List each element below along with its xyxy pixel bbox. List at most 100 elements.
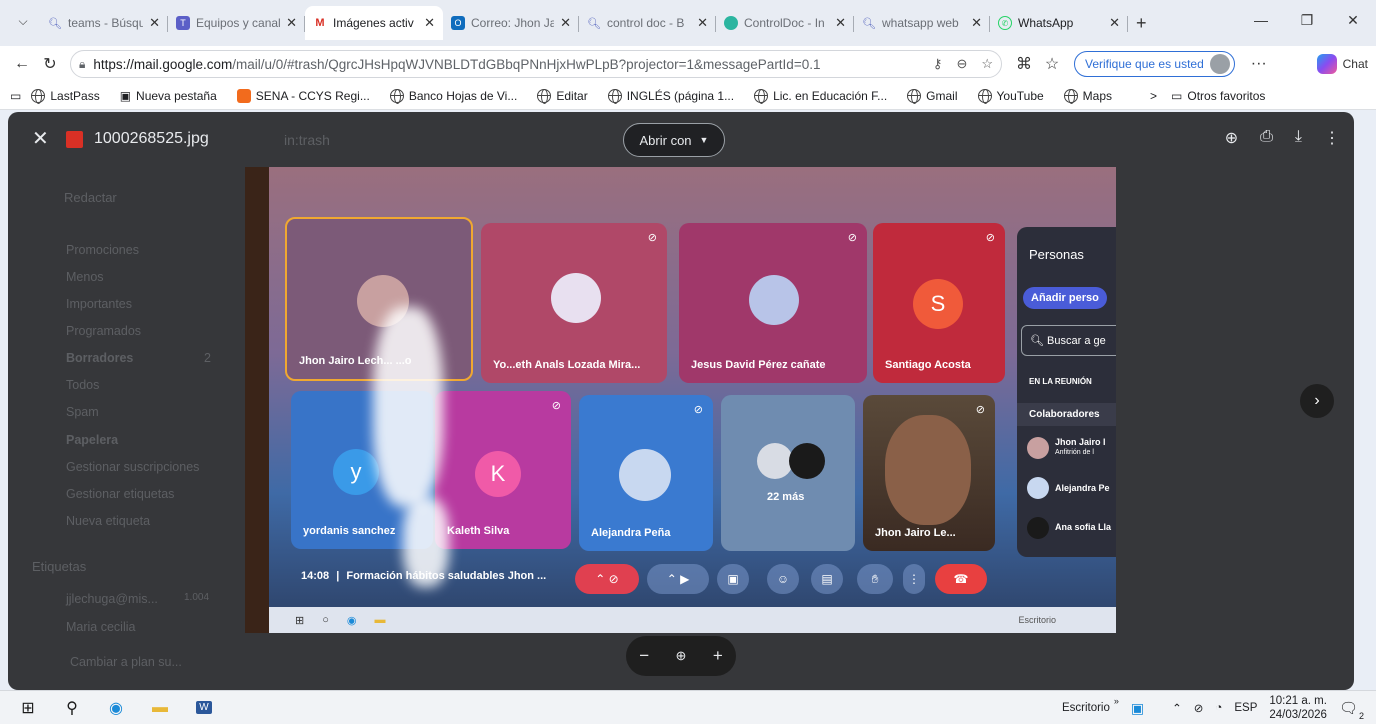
bookmark-maps[interactable]: Maps xyxy=(1063,88,1112,104)
restore-button[interactable]: ❐ xyxy=(1284,4,1330,36)
system-tray: Escritorio » ▣ ⌃ ⊘ ◔ ESP 10:21 a. m. 24/… xyxy=(1062,691,1364,724)
avatar: y xyxy=(333,449,379,495)
close-icon[interactable]: ✕ xyxy=(697,15,708,31)
tab-teams-channels[interactable]: T Equipos y canal ✕ xyxy=(168,6,305,40)
zoom-out-button[interactable]: − xyxy=(639,646,649,666)
desktop-toolbar-label[interactable]: Escritorio xyxy=(1062,702,1110,714)
bookmark-youtube[interactable]: YouTube xyxy=(977,88,1044,104)
close-icon[interactable]: ✕ xyxy=(560,15,571,31)
minimize-button[interactable]: — xyxy=(1238,4,1284,36)
nav-item[interactable]: Menos xyxy=(66,270,104,284)
people-search-label: Buscar a ge xyxy=(1047,335,1106,347)
close-icon[interactable]: ✕ xyxy=(286,15,297,31)
close-icon[interactable]: ✕ xyxy=(835,15,846,31)
more-vert-icon[interactable]: ⋮ xyxy=(1324,128,1340,148)
chevron-up-icon[interactable]: ⌃ xyxy=(1172,701,1182,715)
bookmark-lastpass[interactable]: LastPass xyxy=(31,88,100,104)
open-with-button[interactable]: Abrir con ▼ xyxy=(623,123,725,157)
close-icon[interactable]: ✕ xyxy=(1109,15,1120,31)
more-menu-button[interactable]: ··· xyxy=(1245,50,1273,78)
bookmark-banco-hojas[interactable]: Banco Hojas de Vi... xyxy=(389,88,517,104)
close-window-button[interactable]: ✕ xyxy=(1330,4,1376,36)
notifications-button[interactable]: 🗨︎ 2 xyxy=(1339,699,1364,721)
raise-hand-button[interactable]: ✋︎ xyxy=(857,564,893,594)
more-options-button[interactable]: ⋮ xyxy=(903,564,925,594)
mic-toggle-button[interactable]: ⌃ ⊘ xyxy=(575,564,639,594)
nav-item[interactable]: Borradores xyxy=(66,351,133,365)
present-button[interactable]: ▣ xyxy=(717,564,749,594)
next-image-button[interactable]: › xyxy=(1300,384,1334,418)
other-favorites[interactable]: ▭ Otros favoritos xyxy=(1171,89,1265,103)
captions-button[interactable]: ▤ xyxy=(811,564,843,594)
extensions-button[interactable]: ⌘ xyxy=(1010,50,1038,78)
close-icon[interactable]: ✕ xyxy=(149,15,160,31)
compose-button[interactable]: Redactar xyxy=(64,190,117,205)
bookmark-lic-educacion[interactable]: Lic. en Educación F... xyxy=(754,88,887,104)
close-viewer-button[interactable]: ✕ xyxy=(32,126,49,151)
bookmark-sena[interactable]: SENA - CCYS Regi... xyxy=(236,88,370,103)
people-search[interactable]: 🔍︎ Buscar a ge xyxy=(1021,325,1116,356)
reactions-button[interactable]: ☺ xyxy=(767,564,799,594)
nav-item[interactable]: Gestionar etiquetas xyxy=(66,487,174,501)
clock[interactable]: 10:21 a. m. 24/03/2026 xyxy=(1269,694,1327,722)
toolbar-expand[interactable]: » xyxy=(1114,696,1119,706)
leave-call-button[interactable]: ☎︎ xyxy=(935,564,987,594)
network-icon[interactable]: ⊘ xyxy=(1194,701,1204,715)
print-icon[interactable]: ⎙ xyxy=(1260,128,1273,148)
tab-controldoc-search[interactable]: 🔍︎ control doc - B ✕ xyxy=(579,6,716,40)
participant-name: Santiago Acosta xyxy=(885,359,971,371)
outlook-tray-icon[interactable]: ▣ xyxy=(1131,700,1144,717)
bookmarks-menu-icon[interactable]: ▭ xyxy=(10,89,21,103)
language-indicator[interactable]: ESP xyxy=(1234,702,1257,714)
label-item[interactable]: Maria cecilia xyxy=(66,620,135,634)
nav-item[interactable]: Todos xyxy=(66,378,99,392)
tab-gmail-images[interactable]: M Imágenes activ ✕ xyxy=(305,6,443,40)
tab-outlook-mail[interactable]: O Correo: Jhon Ja ✕ xyxy=(443,6,579,40)
new-tab-button[interactable]: + xyxy=(1128,6,1164,40)
notification-count: 2 xyxy=(1358,711,1364,721)
start-button[interactable]: ⊞ xyxy=(6,691,50,724)
bookmark-gmail[interactable]: Gmail xyxy=(907,88,958,104)
image-file-icon xyxy=(66,131,83,148)
taskbar-explorer-button[interactable]: ▬ xyxy=(138,691,182,724)
camera-toggle-button[interactable]: ⌃ ▶ xyxy=(647,564,709,594)
close-icon[interactable]: ✕ xyxy=(424,15,435,31)
download-icon[interactable]: ⤓ xyxy=(1295,128,1302,148)
tab-controldoc[interactable]: ControlDoc - In ✕ xyxy=(716,6,854,40)
taskbar-word-button[interactable]: W xyxy=(182,691,226,724)
copilot-chat-button[interactable]: Chat xyxy=(1316,54,1368,74)
upgrade-link[interactable]: Cambiar a plan su... xyxy=(70,655,182,669)
wifi-icon[interactable]: ◔ xyxy=(1215,702,1222,714)
zoom-icon[interactable]: ⊖ xyxy=(956,56,967,72)
taskbar-search-button[interactable]: ⚲ xyxy=(50,691,94,724)
bookmark-editar[interactable]: Editar xyxy=(537,88,588,104)
reload-button[interactable]: ↻ xyxy=(36,50,64,78)
bookmarks-overflow-button[interactable]: > xyxy=(1150,89,1157,103)
label-item[interactable]: jjlechuga@mis... xyxy=(66,592,158,606)
tab-whatsapp[interactable]: ✆ WhatsApp ✕ xyxy=(990,6,1128,40)
back-button[interactable]: ← xyxy=(8,50,36,78)
favorite-star-icon[interactable]: ☆ xyxy=(981,56,993,72)
nav-item[interactable]: Nueva etiqueta xyxy=(66,514,150,528)
add-people-button[interactable]: Añadir perso xyxy=(1023,287,1107,309)
favorites-button[interactable]: ☆ xyxy=(1038,50,1066,78)
bookmark-ingles[interactable]: INGLÉS (página 1... xyxy=(607,88,734,104)
nav-item[interactable]: Importantes xyxy=(66,297,132,311)
bookmark-new-tab[interactable]: ▣ Nueva pestaña xyxy=(120,89,217,103)
nav-item[interactable]: Papelera xyxy=(66,433,118,447)
tab-whatsapp-search[interactable]: 🔍︎ whatsapp web ✕ xyxy=(854,6,990,40)
tab-teams-search[interactable]: 🔍︎ teams - Búsque ✕ xyxy=(40,6,168,40)
avatar xyxy=(749,275,799,325)
tab-actions-menu[interactable]: ⌵ xyxy=(6,6,40,36)
nav-item[interactable]: Spam xyxy=(66,405,99,419)
taskbar-edge-button[interactable]: ◉ xyxy=(94,691,138,724)
close-icon[interactable]: ✕ xyxy=(971,15,982,31)
add-to-drive-icon[interactable]: ⊕ xyxy=(1225,128,1238,148)
url-field[interactable]: 🔒︎ https://mail.google.com/mail/u/0/#tra… xyxy=(70,50,1002,78)
nav-item[interactable]: Gestionar suscripciones xyxy=(66,460,199,474)
key-icon[interactable]: ⚷ xyxy=(933,56,943,72)
nav-item[interactable]: Programados xyxy=(66,324,141,338)
nav-item[interactable]: Promociones xyxy=(66,243,139,257)
verify-identity-button[interactable]: Verifique que es usted xyxy=(1074,51,1235,77)
zoom-in-button[interactable]: + xyxy=(713,646,723,666)
